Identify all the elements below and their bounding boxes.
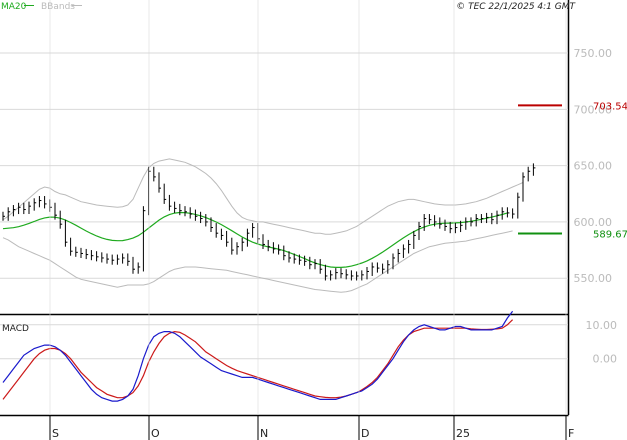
price-y-tick-label: 750.00 xyxy=(574,47,613,60)
legend-bbands: BBands xyxy=(41,2,75,12)
macd-y-tick-labels: 0.00 10.00 xyxy=(586,319,618,366)
ma20-line xyxy=(2,211,508,268)
x-axis-ticks: S O N D 25 F xyxy=(49,0,574,440)
stock-chart: 550.00600.00650.00700.00750.00 703.54589… xyxy=(0,0,627,440)
price-y-tick-label: 650.00 xyxy=(574,160,613,173)
x-axis-label: O xyxy=(151,427,160,440)
price-y-tick-labels: 550.00600.00650.00700.00750.00 xyxy=(574,47,613,285)
x-axis-label: D xyxy=(361,427,369,440)
macd-title: MACD xyxy=(2,324,29,334)
macd-y-tick-label: 0.00 xyxy=(593,353,618,366)
resistance-level-label: 703.54 xyxy=(593,101,627,112)
x-axis-label: S xyxy=(52,427,59,440)
price-y-tick-label: 600.00 xyxy=(574,216,613,229)
x-axis: S O N D 25 F xyxy=(0,0,574,440)
x-axis-label: F xyxy=(568,427,574,440)
x-axis-label: N xyxy=(260,427,268,440)
copyright-text: © TEC 22/1/2025 4:1 GMT xyxy=(456,2,576,12)
x-axis-label: 25 xyxy=(456,427,470,440)
legend-ma20: MA20 xyxy=(1,2,27,12)
price-panel: 550.00600.00650.00700.00750.00 703.54589… xyxy=(0,0,627,415)
ma20-layer xyxy=(2,211,508,268)
support-level-label: 589.67 xyxy=(593,230,627,241)
price-y-tick-label: 550.00 xyxy=(574,272,613,285)
macd-panel: 0.00 10.00 MACD xyxy=(0,310,618,402)
price-gridlines xyxy=(0,52,568,279)
macd-y-tick-label: 10.00 xyxy=(586,319,618,332)
